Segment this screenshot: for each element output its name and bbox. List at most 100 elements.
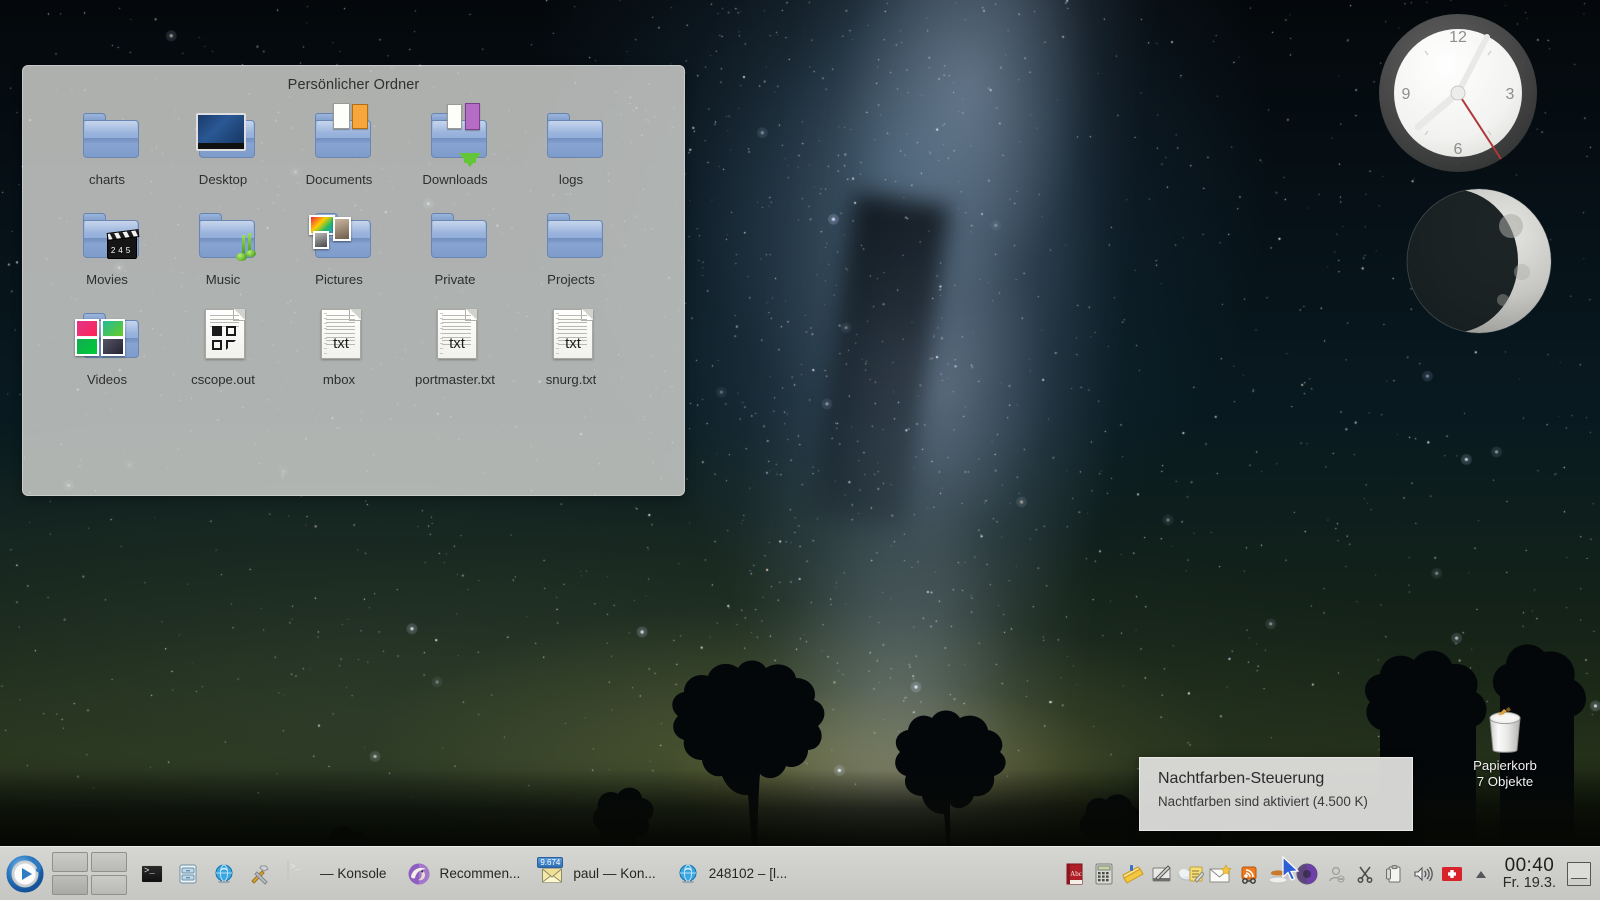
browser-launcher[interactable] xyxy=(207,857,241,891)
konsole-launcher[interactable] xyxy=(135,857,169,891)
calculator-icon[interactable] xyxy=(1091,861,1117,887)
folder-view-item[interactable]: Music xyxy=(165,205,281,287)
folder-view-item[interactable]: Private xyxy=(397,205,513,287)
folder-view-item-label: Pictures xyxy=(315,272,363,287)
dictionary-icon[interactable]: Abc xyxy=(1062,861,1088,887)
folder-view-item-label: Documents xyxy=(305,172,373,187)
folder-view-item[interactable]: Documents xyxy=(281,103,397,187)
sticky-notes-icon[interactable] xyxy=(1120,861,1146,887)
folder-view-item-label: Videos xyxy=(86,372,128,387)
globe-icon xyxy=(215,864,233,883)
pager-desktop-4[interactable] xyxy=(91,875,127,895)
pager-desktop-1[interactable] xyxy=(52,852,88,872)
system-tray-expand-arrow-icon[interactable] xyxy=(1468,861,1494,887)
folder-view-item-label: cscope.out xyxy=(191,372,255,387)
folder-view-item[interactable]: txt mbox xyxy=(281,305,397,387)
folder-view-item[interactable]: Pictures xyxy=(281,205,397,287)
notification-title: Nachtfarben-Steuerung xyxy=(1158,770,1325,787)
system-tray[interactable]: Abc 00:40 Fr. 19.3. xyxy=(1062,856,1600,890)
folder-view-item[interactable]: 245 Movies xyxy=(49,205,165,287)
analog-clock-widget[interactable]: 12 3 6 9 xyxy=(1377,12,1539,174)
task-entry[interactable]: 248102 – [l... xyxy=(666,854,798,894)
notification-popup[interactable]: Nachtfarben-Steuerung Nachtfarben sind a… xyxy=(1139,757,1413,831)
folder-view-item[interactable]: Downloads xyxy=(397,103,513,187)
folder-view-item-label: Movies xyxy=(86,272,128,287)
folder-view-item[interactable]: txt portmaster.txt xyxy=(397,305,513,387)
trash-desktop-icon[interactable]: Papierkorb 7 Objekte xyxy=(1452,700,1558,810)
quick-launch-bar[interactable] xyxy=(135,857,277,891)
folder-videos-icon: 245 xyxy=(75,205,140,265)
digital-clock[interactable]: 00:40 Fr. 19.3. xyxy=(1503,856,1556,890)
mouse-cursor xyxy=(1282,855,1300,881)
task-entry[interactable]: 9.674 paul — Kon... xyxy=(530,854,665,894)
folder-pictures-icon xyxy=(307,205,371,265)
folder-view-item-label: logs xyxy=(558,172,584,187)
folder-icon xyxy=(539,205,603,265)
terminal-icon xyxy=(287,860,311,886)
folder-view-item-label: mbox xyxy=(322,372,356,387)
task-label: paul — Kon... xyxy=(573,866,656,881)
file-text-icon: txt xyxy=(423,305,487,365)
task-label: — Konsole xyxy=(320,866,387,881)
trash-label: Papierkorb xyxy=(1473,758,1537,773)
keyboard-layout-icon[interactable] xyxy=(1439,861,1465,887)
weather-notes-icon[interactable] xyxy=(1178,861,1204,887)
terminal-icon xyxy=(141,864,163,883)
user-offline-icon[interactable] xyxy=(1323,861,1349,887)
folder-music-icon xyxy=(191,205,256,265)
clock-date: Fr. 19.3. xyxy=(1502,874,1556,891)
folder-view-item-label: Projects xyxy=(547,272,595,287)
klipper-scissors-icon[interactable] xyxy=(1352,861,1378,887)
task-entry[interactable]: Recommen... xyxy=(397,854,531,894)
folder-view-title: Persönlicher Ordner xyxy=(287,77,420,93)
pager-desktop-2[interactable] xyxy=(91,852,127,872)
clock-time: 00:40 xyxy=(1504,855,1555,877)
folder-view-item-label: Music xyxy=(205,272,241,287)
dolphin-icon xyxy=(179,864,197,883)
folder-view-item[interactable]: logs xyxy=(513,105,629,187)
folder-downloads-icon xyxy=(423,103,487,167)
pager-desktop-3[interactable] xyxy=(52,875,88,895)
folder-icon xyxy=(423,205,487,265)
folder-view-item[interactable]: txt snurg.txt xyxy=(513,305,629,387)
clock-numeral-6: 6 xyxy=(1454,141,1463,158)
trash-count: 7 Objekte xyxy=(1476,774,1534,789)
folder-view-item-label: Desktop xyxy=(198,172,248,187)
file-manager-launcher[interactable] xyxy=(171,857,205,891)
kde-start-icon xyxy=(6,855,44,892)
show-desktop-button[interactable] xyxy=(1567,861,1591,886)
trash-full-icon xyxy=(1489,707,1521,753)
tools-icon xyxy=(251,865,269,885)
clock-numeral-3: 3 xyxy=(1506,86,1515,103)
volume-icon[interactable] xyxy=(1410,861,1436,887)
folder-videos-photos-icon xyxy=(75,305,139,365)
drawing-tablet-icon[interactable] xyxy=(1149,861,1175,887)
folder-view-item[interactable]: Videos xyxy=(49,305,165,387)
globe-icon xyxy=(676,862,700,886)
folder-view-grid[interactable]: charts Desktop Documents Downloads logs 245 Mo… xyxy=(23,93,684,387)
folder-view-applet[interactable]: Persönlicher Ordner charts Desktop Documen… xyxy=(22,65,685,496)
settings-launcher[interactable] xyxy=(243,857,277,891)
folder-view-item[interactable]: Projects xyxy=(513,205,629,287)
folder-view-item-label: portmaster.txt xyxy=(415,372,495,387)
task-manager[interactable]: — Konsole Recommen... 9.674 paul — Kon... 24… xyxy=(277,854,797,894)
pager-widget[interactable] xyxy=(52,852,127,895)
file-text-icon: txt xyxy=(307,305,371,365)
clock-numeral-12: 12 xyxy=(1449,29,1467,46)
folder-view-item[interactable]: cscope.out xyxy=(165,305,281,387)
file-text-icon: txt xyxy=(539,305,603,365)
firefox-icon xyxy=(407,862,431,886)
file-binary-icon xyxy=(191,305,255,365)
folder-icon xyxy=(75,105,139,165)
task-entry[interactable]: — Konsole xyxy=(277,854,397,894)
folder-view-item-label: charts xyxy=(89,172,125,187)
clipboard-icon[interactable] xyxy=(1381,861,1407,887)
moon-phase-widget[interactable] xyxy=(1404,186,1554,336)
rss-feed-icon[interactable] xyxy=(1236,861,1262,887)
folder-view-item[interactable]: charts xyxy=(49,105,165,187)
folder-view-item[interactable]: Desktop xyxy=(165,105,281,187)
application-launcher[interactable] xyxy=(2,851,48,897)
mail-icon[interactable] xyxy=(1207,861,1233,887)
folder-desktop-icon xyxy=(191,105,255,165)
taskbar-panel[interactable]: — Konsole Recommen... 9.674 paul — Kon... 24… xyxy=(0,846,1600,900)
